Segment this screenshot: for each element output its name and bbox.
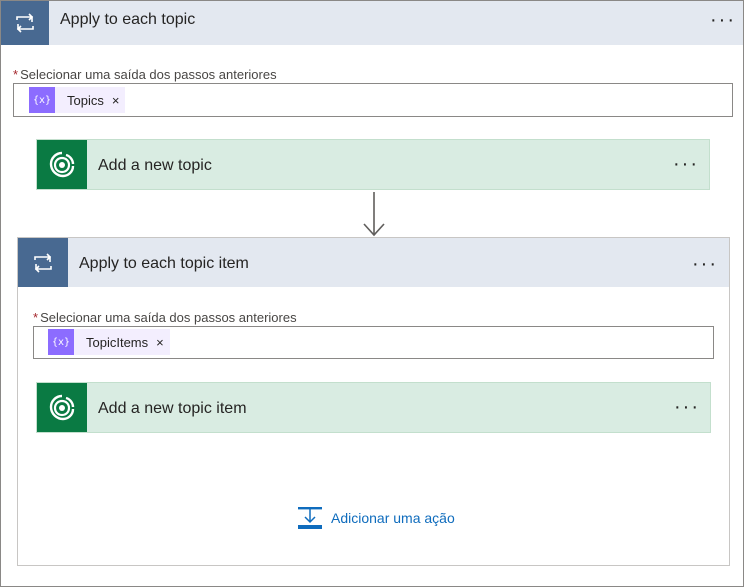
more-options-button[interactable]: ···: [692, 254, 718, 274]
add-a-new-topic-title: Add a new topic: [98, 157, 212, 174]
expression-icon: {x}: [48, 329, 74, 355]
insert-action-icon: [298, 507, 322, 529]
apply-to-each-topic-container: Apply to each topic ··· * Selecionar uma …: [0, 0, 744, 587]
select-output-label-text: Selecionar uma saída dos passos anterior…: [40, 310, 297, 325]
token-label: Topics: [67, 92, 104, 108]
add-a-new-topic-item-title: Add a new topic item: [98, 400, 247, 417]
select-output-input[interactable]: {x} TopicItems ×: [33, 326, 714, 359]
select-output-label: * Selecionar uma saída dos passos anterio…: [33, 310, 297, 325]
add-an-action-label: Adicionar uma ação: [331, 510, 455, 526]
add-a-new-topic-action[interactable]: Add a new topic ···: [36, 139, 710, 190]
required-mark: *: [13, 67, 19, 82]
more-options-button[interactable]: ···: [674, 397, 700, 417]
apply-to-each-topic-header[interactable]: Apply to each topic ···: [1, 1, 743, 45]
select-output-label-text: Selecionar uma saída dos passos anterior…: [20, 67, 277, 82]
dataverse-icon: [37, 140, 87, 189]
select-output-input[interactable]: {x} Topics ×: [13, 83, 733, 117]
select-output-label: * Selecionar uma saída dos passos anterio…: [13, 67, 277, 82]
more-options-button[interactable]: ···: [673, 154, 699, 174]
add-an-action-button[interactable]: Adicionar uma ação: [297, 506, 455, 530]
loop-icon: [18, 238, 68, 287]
apply-to-each-topic-item-title: Apply to each topic item: [79, 255, 249, 272]
required-mark: *: [33, 310, 39, 325]
dynamic-content-token[interactable]: {x} Topics ×: [29, 87, 126, 113]
loop-icon: [1, 1, 49, 45]
dynamic-content-token[interactable]: {x} TopicItems ×: [48, 329, 170, 355]
arrow-down-icon: [363, 192, 385, 237]
dataverse-icon: [37, 383, 87, 432]
remove-token-button[interactable]: ×: [156, 335, 164, 350]
more-options-button[interactable]: ···: [710, 10, 736, 30]
add-a-new-topic-item-action[interactable]: Add a new topic item ···: [36, 382, 711, 433]
remove-token-button[interactable]: ×: [112, 93, 120, 108]
apply-to-each-topic-title: Apply to each topic: [60, 11, 196, 28]
expression-icon: {x}: [29, 87, 55, 113]
apply-to-each-topic-item-header[interactable]: Apply to each topic item ···: [18, 238, 729, 287]
token-label: TopicItems: [86, 334, 149, 350]
